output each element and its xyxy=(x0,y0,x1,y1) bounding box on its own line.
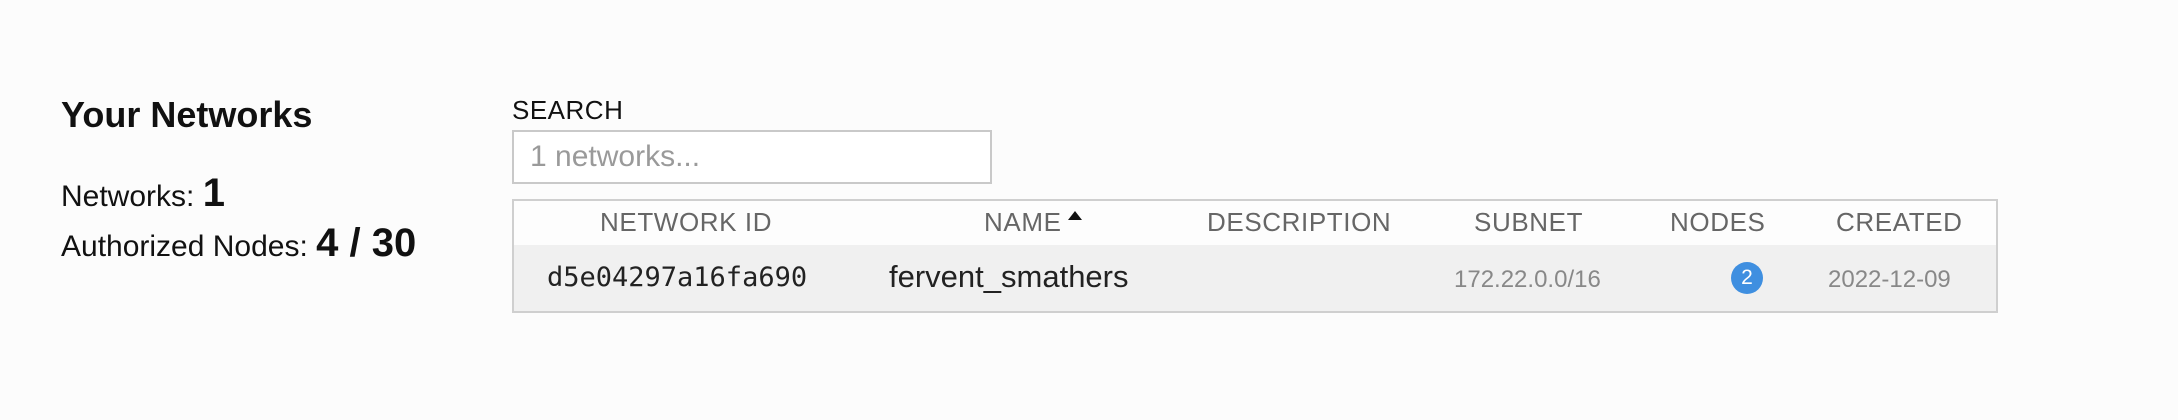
table-header: NETWORK ID NAME DESCRIPTION SUBNET NODES… xyxy=(514,201,1996,245)
column-header-description[interactable]: DESCRIPTION xyxy=(1207,207,1391,238)
column-header-network-id[interactable]: NETWORK ID xyxy=(600,207,772,238)
cell-created: 2022-12-09 xyxy=(1828,266,1951,293)
column-header-nodes[interactable]: NODES xyxy=(1670,207,1765,238)
cell-subnet: 172.22.0.0/16 xyxy=(1454,266,1601,293)
networks-count-value: 1 xyxy=(202,171,225,215)
network-stats: Networks: 1 Authorized Nodes: 4 / 30 xyxy=(61,170,461,270)
search-input[interactable] xyxy=(512,130,992,184)
networks-table: NETWORK ID NAME DESCRIPTION SUBNET NODES… xyxy=(512,199,1998,313)
sort-ascending-icon xyxy=(1067,211,1082,220)
nodes-count-badge: 2 xyxy=(1731,262,1763,294)
search-label: SEARCH xyxy=(512,95,624,125)
column-header-name[interactable]: NAME xyxy=(984,207,1082,238)
authorized-nodes-value: 4 / 30 xyxy=(316,221,417,265)
cell-name[interactable]: fervent_smathers xyxy=(889,259,1129,295)
table-row[interactable]: d5e04297a16fa690 fervent_smathers 172.22… xyxy=(514,245,1996,311)
networks-count-line: Networks: 1 xyxy=(61,170,461,220)
search-block: SEARCH xyxy=(512,94,992,184)
authorized-nodes-label: Authorized Nodes: xyxy=(61,230,308,263)
authorized-nodes-line: Authorized Nodes: 4 / 30 xyxy=(61,220,461,270)
column-header-name-label: NAME xyxy=(984,207,1062,237)
networks-summary: Your Networks Networks: 1 Authorized Nod… xyxy=(61,92,461,270)
networks-page: Your Networks Networks: 1 Authorized Nod… xyxy=(0,0,2178,420)
cell-network-id[interactable]: d5e04297a16fa690 xyxy=(547,262,807,293)
page-title: Your Networks xyxy=(61,94,313,135)
column-header-subnet[interactable]: SUBNET xyxy=(1474,207,1583,238)
column-header-created[interactable]: CREATED xyxy=(1836,207,1963,238)
networks-count-label: Networks: xyxy=(61,180,195,213)
